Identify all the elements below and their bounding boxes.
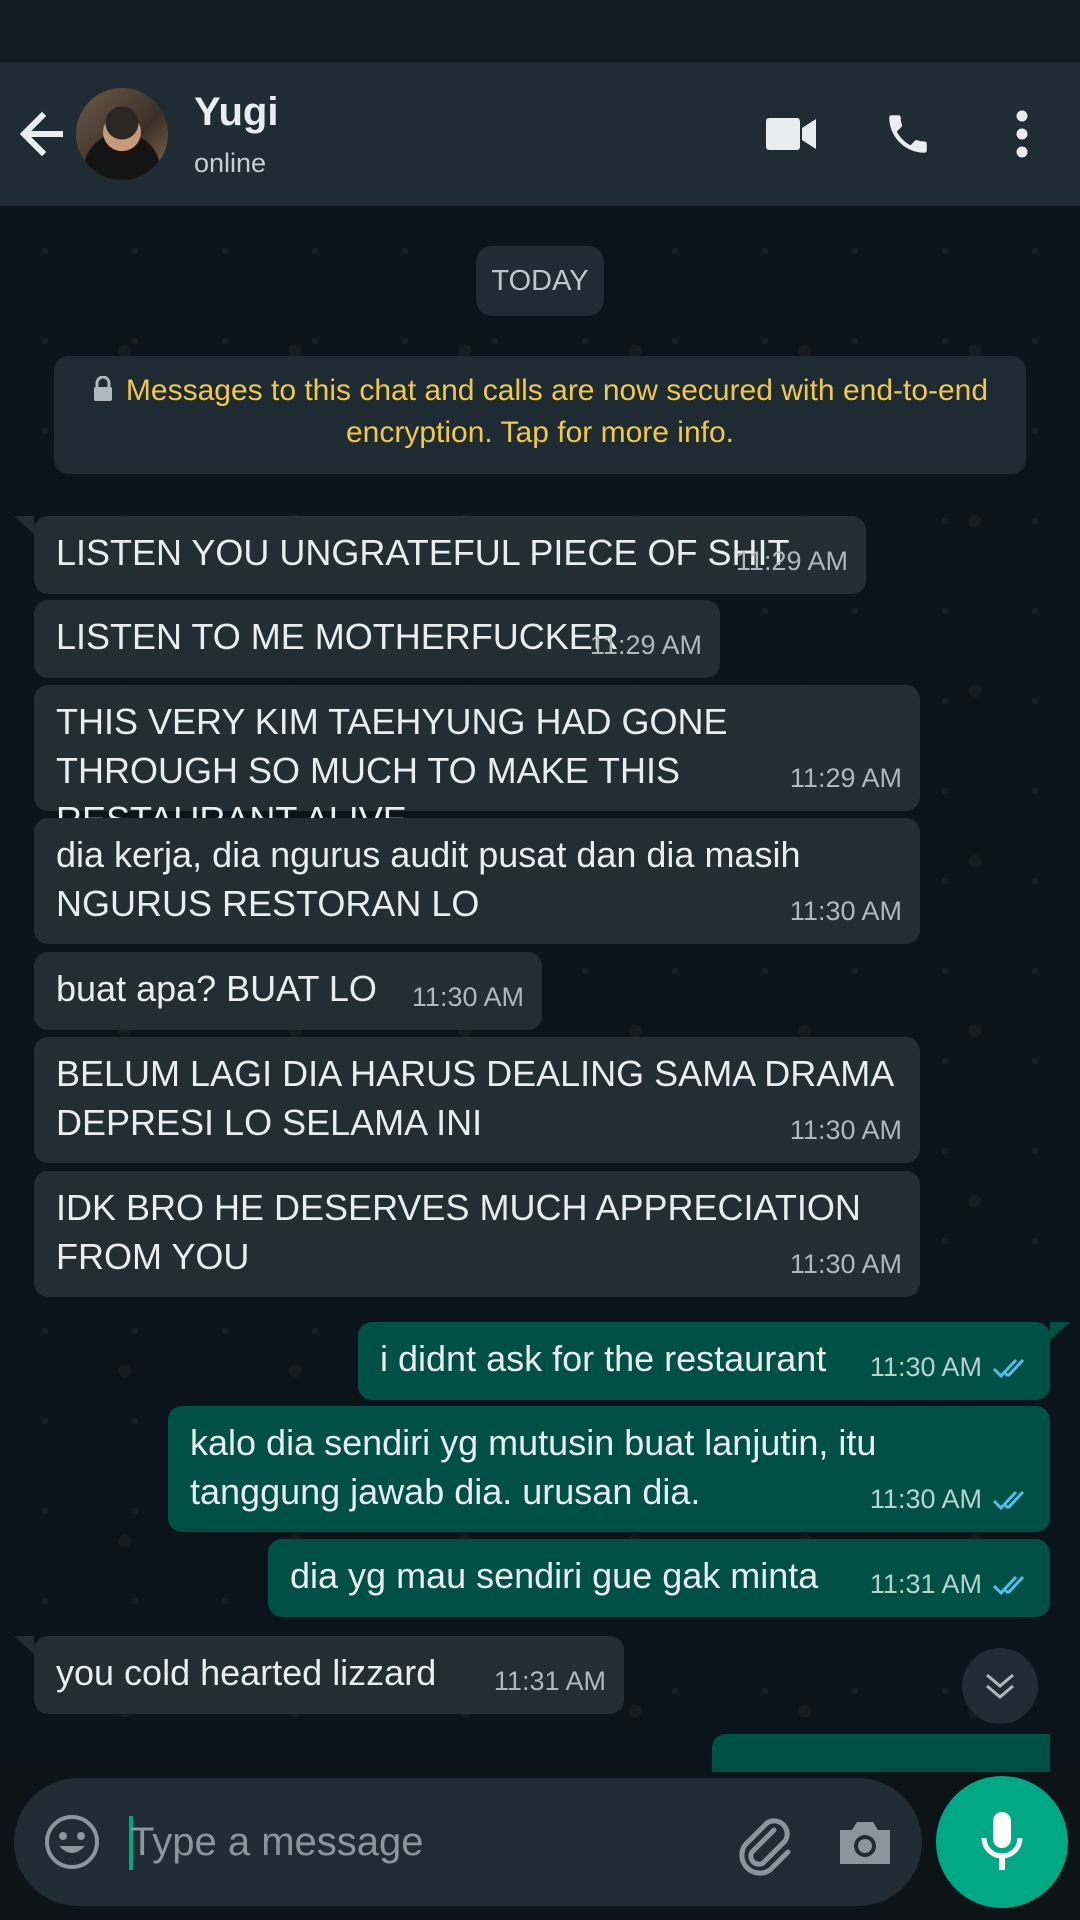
message-time-text: 11:31 AM (869, 1569, 982, 1599)
attach-icon (739, 1818, 791, 1876)
contact-avatar[interactable] (76, 88, 168, 180)
mic-icon (981, 1812, 1023, 1870)
chat-header: Yugi online (0, 62, 1080, 206)
double-chevron-down-icon (986, 1673, 1014, 1699)
voice-call-button[interactable] (876, 102, 940, 166)
message-time: 11:30 AM (789, 1115, 902, 1145)
message-composer (14, 1778, 922, 1906)
message-text: LISTEN YOU UNGRATEFUL PIECE OF SHIT (56, 532, 790, 573)
message-time: 11:30 AM (870, 1343, 1032, 1392)
message-bubble[interactable]: LISTEN TO ME MOTHERFUCKER 11:29 AM (34, 600, 720, 678)
message-text: IDK BRO HE DESERVES MUCH APPRECIATION FR… (56, 1187, 861, 1277)
video-call-icon (766, 118, 816, 150)
message-bubble[interactable]: BELUM LAGI DIA HARUS DEALING SAMA DRAMA … (34, 1037, 920, 1163)
message-bubble[interactable]: i didnt ask for the restaurant 11:30 AM (358, 1322, 1070, 1400)
message-time: 11:29 AM (789, 763, 902, 793)
message-time: 11:29 AM (589, 630, 702, 660)
read-receipt-icon (992, 1575, 1025, 1595)
more-options-button[interactable] (990, 102, 1054, 166)
contact-status: online (194, 148, 267, 178)
message-bubble[interactable]: you cold hearted lizzard 11:31 AM (14, 1636, 624, 1714)
status-bar (0, 0, 1080, 62)
contact-name[interactable]: Yugi (194, 90, 278, 135)
message-time-text: 11:30 AM (869, 1484, 982, 1514)
attach-button[interactable] (730, 1810, 796, 1876)
scroll-to-bottom-button[interactable] (962, 1648, 1038, 1724)
lock-icon (93, 376, 112, 401)
message-bubble[interactable]: LISTEN YOU UNGRATEFUL PIECE OF SHIT 11:2… (14, 516, 866, 594)
camera-button[interactable] (834, 1812, 896, 1874)
emoji-button[interactable] (42, 1812, 102, 1872)
message-bubble[interactable]: dia yg mau sendiri gue gak minta 11:31 A… (268, 1539, 1050, 1617)
message-input[interactable] (118, 1806, 690, 1878)
message-bubble[interactable]: IDK BRO HE DESERVES MUCH APPRECIATION FR… (34, 1171, 920, 1297)
back-arrow-icon (19, 111, 63, 157)
message-time: 11:31 AM (870, 1560, 1032, 1609)
date-separator: TODAY (476, 246, 604, 316)
message-time: 11:29 AM (735, 546, 848, 576)
back-button[interactable] (14, 106, 74, 162)
read-receipt-icon (992, 1490, 1025, 1510)
encryption-notice[interactable]: Messages to this chat and calls are now … (54, 356, 1026, 474)
voice-call-icon (889, 115, 927, 153)
message-time-text: 11:30 AM (869, 1352, 982, 1382)
read-receipt-icon (992, 1358, 1025, 1378)
message-bubble[interactable]: THIS VERY KIM TAEHYUNG HAD GONE THROUGH … (34, 685, 920, 840)
message-time: 11:30 AM (870, 1475, 1032, 1524)
message-bubble[interactable]: buat apa? BUAT LO 11:30 AM (34, 952, 542, 1030)
encryption-notice-text: Messages to this chat and calls are now … (125, 374, 989, 449)
voice-message-button[interactable] (936, 1776, 1068, 1908)
message-time: 11:30 AM (789, 896, 902, 926)
message-time: 11:31 AM (493, 1666, 606, 1696)
chat-area[interactable]: TODAY Messages to this chat and calls ar… (0, 206, 1080, 1772)
video-call-button[interactable] (760, 102, 824, 166)
message-time: 11:30 AM (411, 982, 524, 1012)
message-text: BELUM LAGI DIA HARUS DEALING SAMA DRAMA … (56, 1053, 893, 1143)
more-options-icon (1016, 110, 1028, 158)
message-bubble[interactable]: dia kerja, dia ngurus audit pusat dan di… (34, 818, 920, 944)
message-bubble[interactable]: kalo dia sendiri yg mutusin buat lanjuti… (168, 1406, 1050, 1532)
emoji-icon (45, 1815, 99, 1869)
message-time: 11:30 AM (789, 1249, 902, 1279)
camera-icon (840, 1822, 890, 1864)
message-bubble-partial (712, 1734, 1050, 1772)
message-text: dia kerja, dia ngurus audit pusat dan di… (56, 834, 801, 924)
